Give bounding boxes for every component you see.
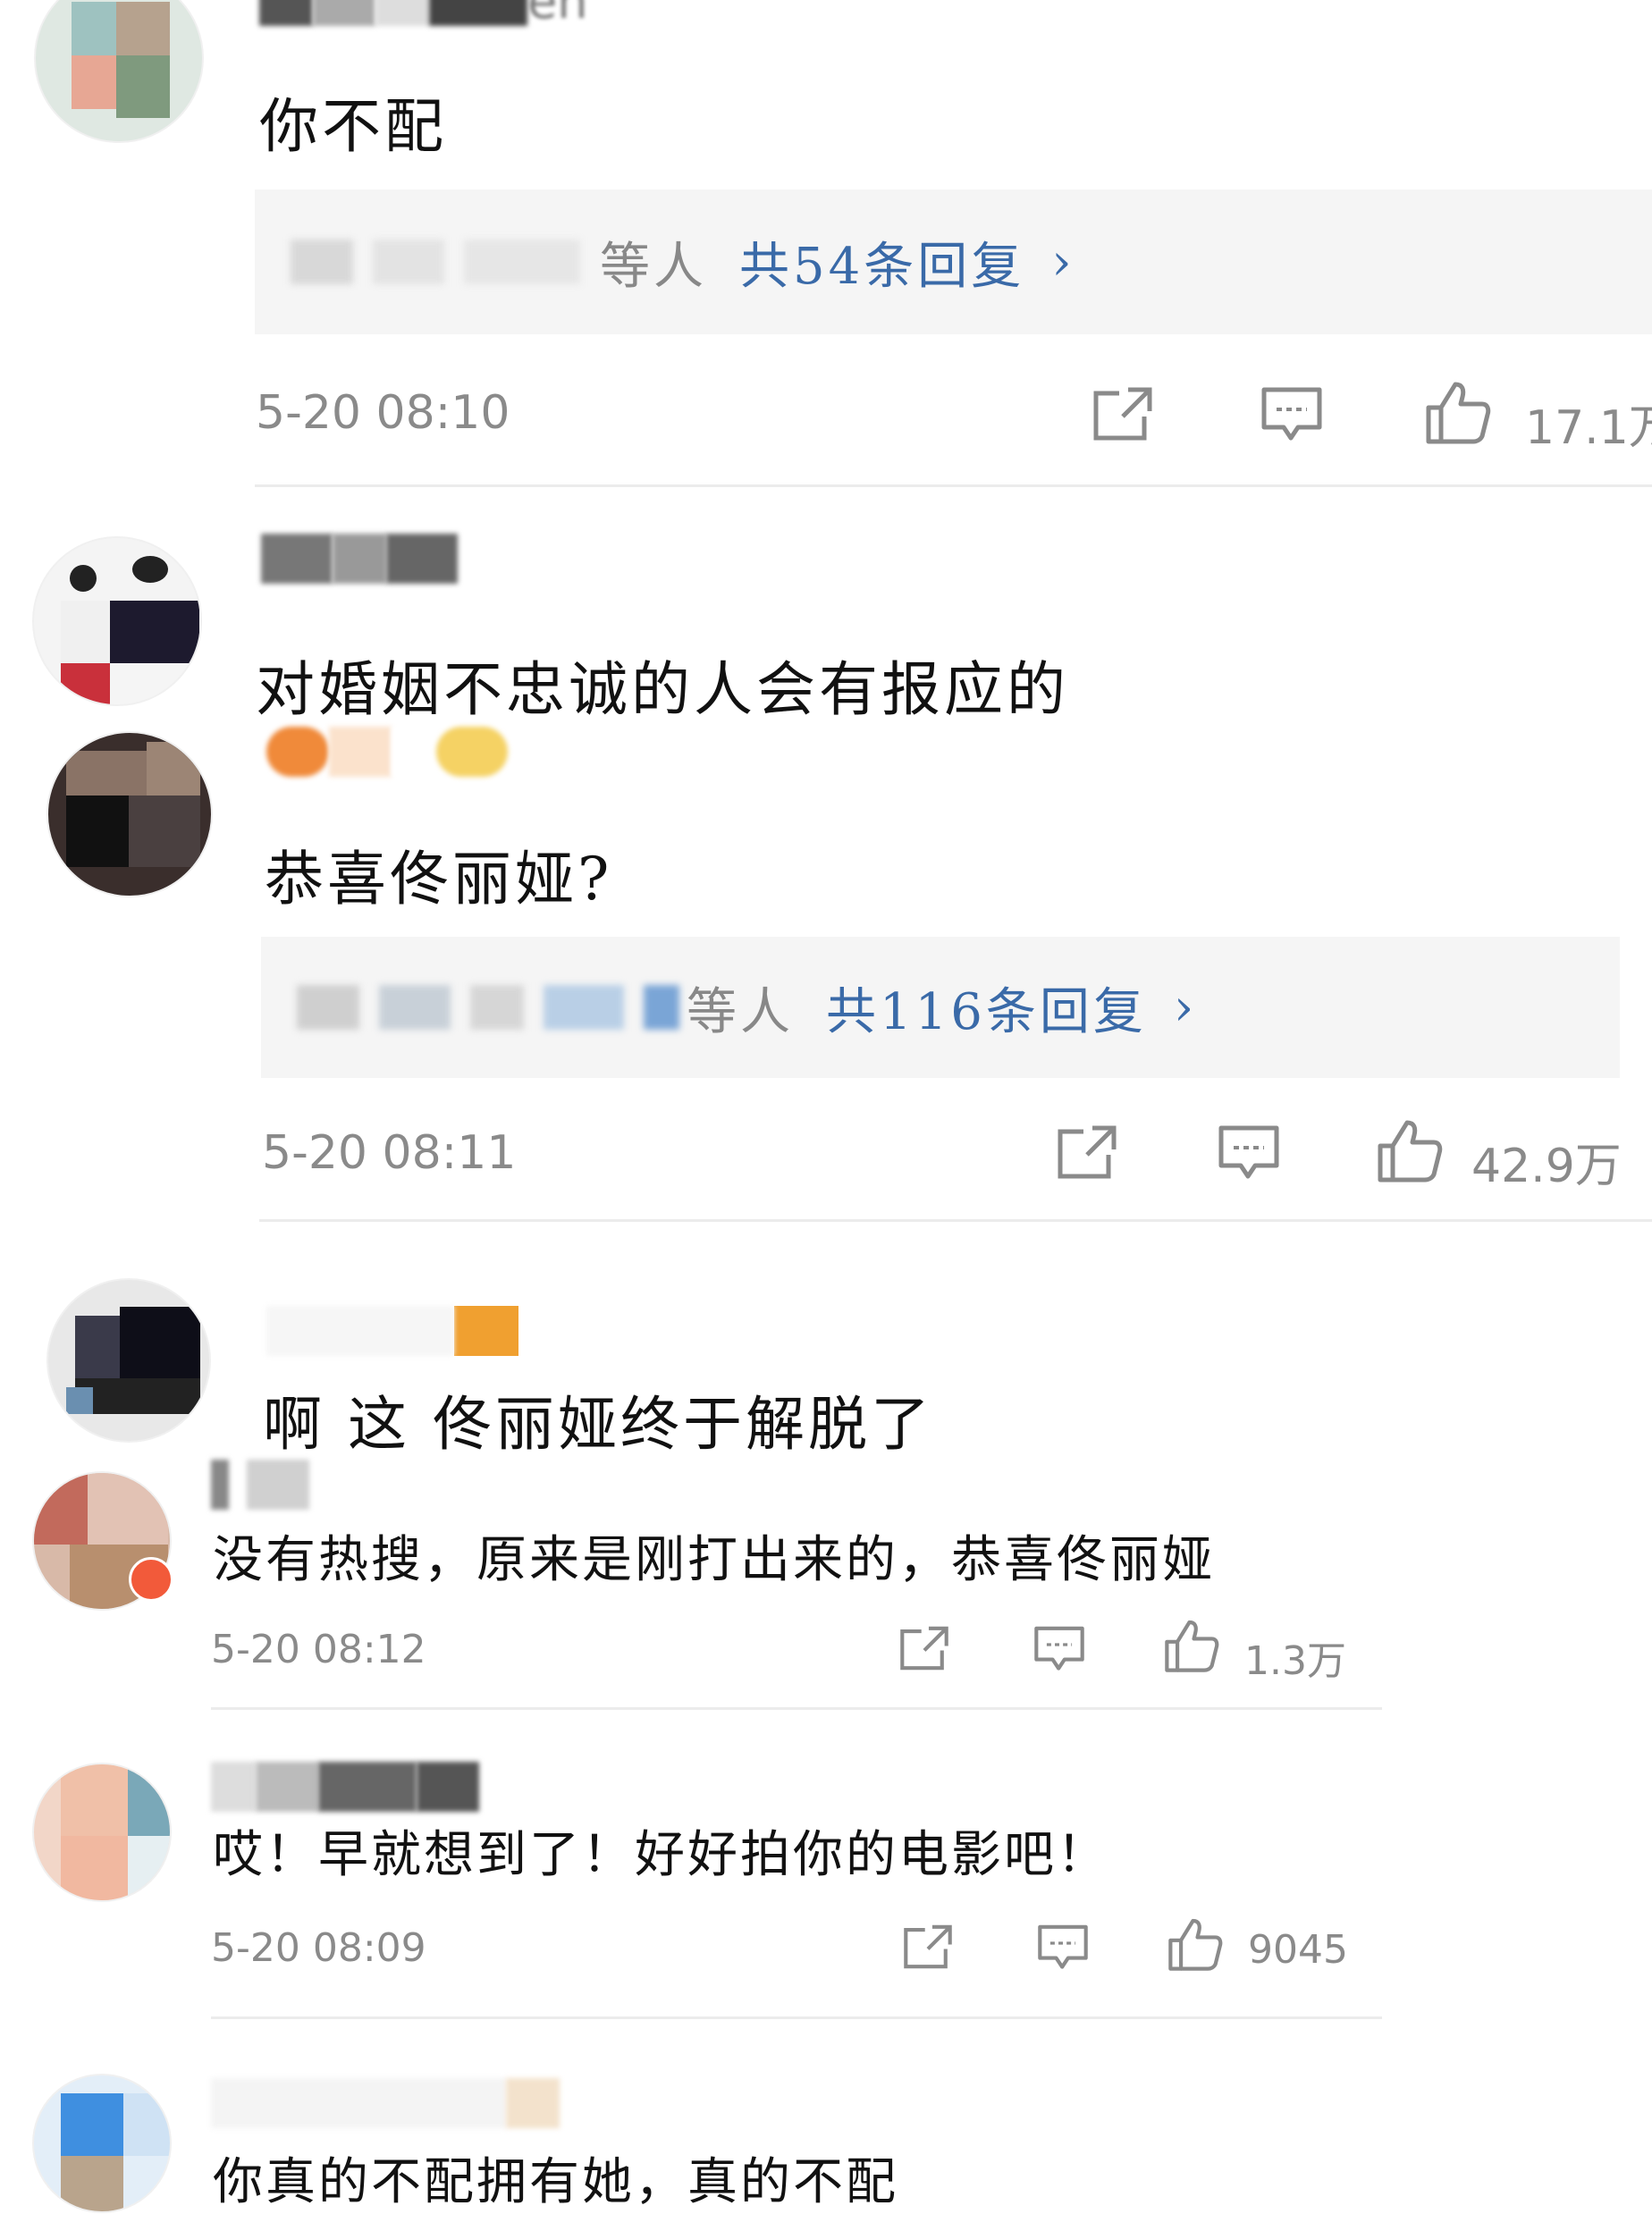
username[interactable]	[211, 1459, 309, 1511]
comment-card: 恭喜佟丽娅? 等人 共116条回复 › 5-20 08:11 42.9万	[0, 715, 1652, 1225]
comment-text: 哎！早就想到了！好好拍你的电影吧！	[213, 1826, 1109, 1884]
divider	[211, 2016, 1382, 2019]
like-count: 1.3万	[1244, 1638, 1346, 1684]
comment-text: 恭喜佟丽娅?	[265, 845, 613, 913]
username[interactable]	[211, 2077, 560, 2129]
username[interactable]	[266, 1305, 518, 1357]
share-icon[interactable]	[1092, 386, 1153, 442]
comment-text: 你真的不配拥有她，真的不配	[213, 2153, 898, 2211]
avatar[interactable]	[46, 1278, 211, 1443]
comment-icon[interactable]	[1033, 1625, 1085, 1673]
avatar[interactable]	[46, 731, 213, 897]
comment-time: 5-20 08:12	[211, 1627, 426, 1672]
share-icon[interactable]	[903, 1924, 953, 1970]
username[interactable]: en	[259, 0, 588, 29]
divider	[259, 1219, 1652, 1222]
comment-card: en 你不配 等人 共54条回复 › 5-20 08:10 17.1万	[0, 0, 1652, 492]
reply-box[interactable]: 等人 共116条回复 ›	[261, 937, 1620, 1078]
share-icon[interactable]	[899, 1625, 949, 1671]
username[interactable]	[266, 726, 508, 778]
thumbs-up-icon[interactable]	[1377, 1117, 1443, 1183]
comment-icon[interactable]	[1218, 1124, 1280, 1182]
comment-icon[interactable]	[1260, 386, 1323, 443]
comment-time: 5-20 08:10	[256, 386, 510, 440]
comment-icon[interactable]	[1037, 1924, 1089, 1972]
comment-card: 没有热搜，原来是刚打出来的，恭喜佟丽娅 5-20 08:12 1.3万	[0, 1439, 1652, 1716]
comment-time: 5-20 08:09	[211, 1925, 426, 1971]
comment-time: 5-20 08:11	[262, 1126, 517, 1180]
username[interactable]	[211, 1761, 479, 1813]
avatar[interactable]	[32, 1763, 172, 1902]
username[interactable]	[261, 533, 458, 585]
thumbs-up-icon[interactable]	[1425, 379, 1491, 445]
reply-count-link[interactable]: 共116条回复	[826, 972, 1147, 1044]
reply-box[interactable]: 等人 共54条回复 ›	[255, 189, 1652, 334]
avatar[interactable]	[32, 2074, 172, 2213]
share-icon[interactable]	[1057, 1124, 1117, 1180]
comment-card: 哎！早就想到了！好好拍你的电影吧！ 5-20 08:09 9045	[0, 1743, 1652, 2020]
comment-text: 你不配	[259, 92, 447, 161]
chevron-right-icon: ›	[1173, 978, 1198, 1037]
avatar[interactable]	[32, 536, 202, 706]
avatar[interactable]	[34, 0, 204, 143]
thumbs-up-icon[interactable]	[1164, 1618, 1219, 1673]
comment-text: 没有热搜，原来是刚打出来的，恭喜佟丽娅	[213, 1531, 1215, 1589]
reply-count-link[interactable]: 共54条回复	[739, 226, 1024, 299]
comment-card: 啊 这 佟丽娅终于解脱了	[0, 1260, 1652, 1459]
reply-users-suffix: 等人	[687, 982, 794, 1041]
comment-card: 你真的不配拥有她，真的不配	[0, 2056, 1652, 2213]
username-fragment: en	[527, 0, 588, 29]
divider	[255, 484, 1652, 487]
thumbs-up-icon[interactable]	[1167, 1916, 1223, 1972]
like-count: 9045	[1248, 1927, 1348, 1973]
verified-badge-icon	[129, 1557, 173, 1602]
comment-card: 对婚姻不忠诚的人会有报应的	[0, 501, 1652, 724]
chevron-right-icon: ›	[1051, 232, 1075, 291]
like-count: 42.9万	[1471, 1140, 1622, 1193]
like-count: 17.1万	[1525, 401, 1652, 455]
reply-users-suffix: 等人	[600, 237, 707, 296]
divider	[211, 1707, 1382, 1710]
